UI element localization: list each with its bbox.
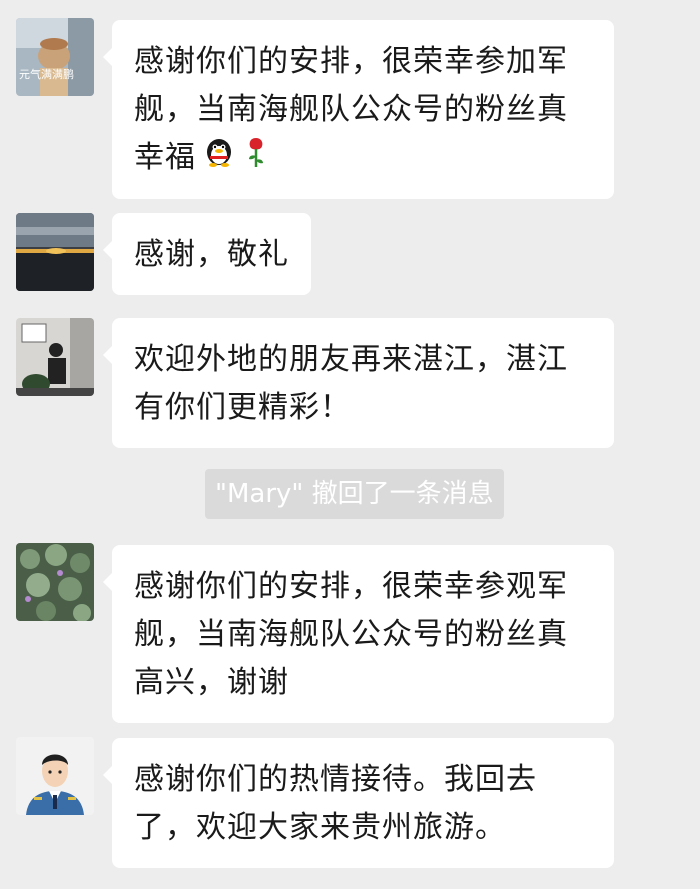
message-text: 感谢你们的安排，很荣幸参加军舰，当南海舰队公众号的粉丝真幸福: [134, 44, 568, 175]
message-bubble[interactable]: 感谢，敬礼: [103, 213, 311, 295]
penguin-emoji-icon: [202, 134, 236, 183]
avatar[interactable]: [16, 543, 94, 621]
message-bubble[interactable]: 欢迎外地的朋友再来湛江，湛江有你们更精彩！: [103, 318, 614, 448]
chat-history: 元气满满鹏 感谢你们的安排，很荣幸参加军舰，当南海舰队公众号的粉丝真幸福 感谢，…: [0, 0, 700, 889]
message-text: 欢迎外地的朋友再来湛江，湛江有你们更精彩！: [134, 342, 568, 425]
avatar-image: 元气满满鹏: [16, 18, 94, 96]
avatar-image: [16, 737, 94, 815]
message-bubble[interactable]: 感谢你们的安排，很荣幸参加军舰，当南海舰队公众号的粉丝真幸福: [103, 20, 614, 199]
avatar[interactable]: [16, 737, 94, 815]
avatar[interactable]: [16, 318, 94, 396]
message-text: 感谢，敬礼: [134, 237, 289, 272]
avatar[interactable]: 元气满满鹏: [16, 18, 94, 96]
avatar-image: [16, 318, 94, 396]
avatar-image: [16, 543, 94, 621]
avatar-image: [16, 213, 94, 291]
message-text: 感谢你们的热情接待。我回去了，欢迎大家来贵州旅游。: [134, 762, 537, 845]
message-text: 感谢你们的安排，很荣幸参观军舰，当南海舰队公众号的粉丝真高兴，谢谢: [134, 569, 568, 700]
avatar[interactable]: [16, 213, 94, 291]
rose-emoji-icon: [242, 134, 270, 183]
message-bubble[interactable]: 感谢你们的热情接待。我回去了，欢迎大家来贵州旅游。: [103, 738, 614, 868]
avatar-caption: 元气满满鹏: [19, 67, 74, 81]
message-bubble[interactable]: 感谢你们的安排，很荣幸参观军舰，当南海舰队公众号的粉丝真高兴，谢谢: [103, 545, 614, 723]
recall-notice: "Mary" 撤回了一条消息: [205, 469, 504, 519]
